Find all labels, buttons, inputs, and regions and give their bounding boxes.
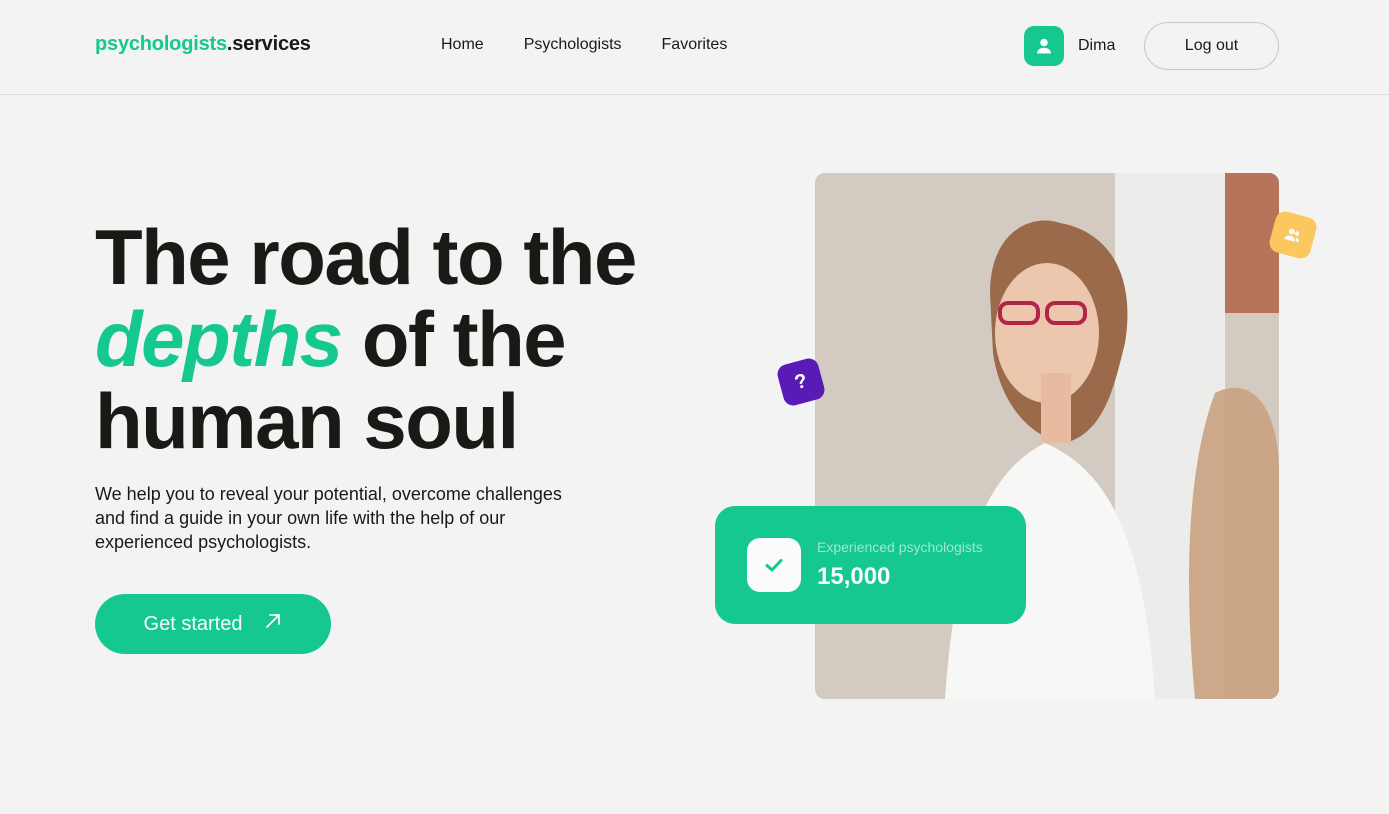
main-nav: Home Psychologists Favorites — [441, 36, 727, 54]
header: psychologists.services Home Psychologist… — [0, 0, 1389, 95]
get-started-button[interactable]: Get started — [95, 594, 331, 654]
hero-title: The road to the depths of the human soul — [95, 216, 735, 462]
logo-rest: .services — [226, 33, 311, 55]
stat-card: Experienced psychologists 15,000 — [715, 506, 1026, 624]
check-icon — [747, 538, 801, 592]
stat-label: Experienced psychologists — [817, 539, 983, 555]
stat-value: 15,000 — [817, 563, 891, 590]
user-name: Dima — [1078, 37, 1116, 54]
hero-title-line2-rest: of the — [341, 295, 567, 383]
nav-favorites[interactable]: Favorites — [662, 36, 728, 54]
hero-title-line1: The road to the — [95, 213, 637, 301]
logo[interactable]: psychologists.services — [95, 33, 311, 56]
nav-psychologists[interactable]: Psychologists — [524, 36, 622, 54]
logout-button[interactable]: Log out — [1144, 22, 1279, 70]
user-profile[interactable]: Dima — [1024, 26, 1115, 66]
get-started-label: Get started — [143, 612, 243, 635]
hero-description: We help you to reveal your potential, ov… — [95, 484, 562, 552]
user-icon — [1024, 26, 1064, 66]
logo-accent: psychologists — [95, 33, 227, 55]
hero-title-accent: depths — [95, 295, 343, 383]
hero-title-line3: human soul — [95, 377, 519, 465]
question-symbol: ? — [792, 369, 810, 394]
nav-home[interactable]: Home — [441, 36, 484, 54]
arrow-up-right-icon — [264, 612, 282, 636]
